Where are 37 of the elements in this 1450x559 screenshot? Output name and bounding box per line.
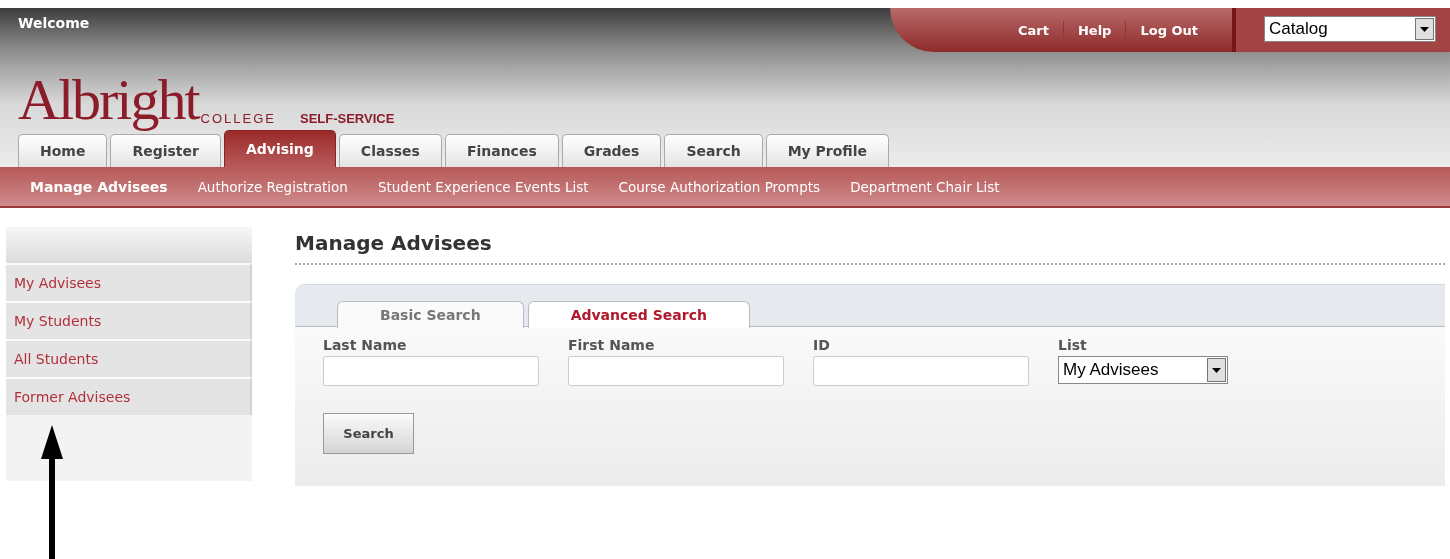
subnav-link[interactable]: Authorize Registration <box>197 178 348 195</box>
search-tab[interactable]: Advanced Search <box>527 301 750 328</box>
subnav-link[interactable]: Department Chair List <box>850 178 1000 195</box>
subnav-link[interactable]: Course Authorization Prompts <box>618 178 821 195</box>
nav-tab[interactable]: Finances <box>444 134 559 167</box>
sidebar-item[interactable]: All Students <box>6 339 252 377</box>
utility-link[interactable]: Cart <box>1004 22 1063 38</box>
catalog-select[interactable]: Catalog <box>1264 16 1436 42</box>
subnav-link[interactable]: Student Experience Events List <box>377 178 589 195</box>
nav-tab[interactable]: My Profile <box>765 134 890 167</box>
page-title: Manage Advisees <box>295 231 1445 265</box>
logo-wordmark: Albright <box>18 70 199 130</box>
field-label: ID <box>813 337 831 353</box>
field-label: Last Name <box>323 337 408 353</box>
search-button[interactable]: Search <box>323 413 414 454</box>
sidebar-item[interactable]: Former Advisees <box>6 377 252 415</box>
nav-tab[interactable]: Home <box>18 134 108 167</box>
logo-tagline: SELF-SERVICE <box>299 111 395 126</box>
input-field[interactable] <box>813 356 1029 386</box>
field-label: First Name <box>568 337 656 353</box>
input-field[interactable] <box>323 356 539 386</box>
subnav-link[interactable]: Manage Advisees <box>30 178 168 195</box>
utility-link[interactable]: Help <box>1063 22 1126 38</box>
nav-tab[interactable]: Search <box>664 134 763 167</box>
sidebar-item[interactable]: My Students <box>6 301 252 339</box>
nav-tab[interactable]: Grades <box>561 134 662 167</box>
list-select[interactable]: My Advisees <box>1058 356 1228 384</box>
utility-link[interactable]: Log Out <box>1126 22 1212 38</box>
search-tab[interactable]: Basic Search <box>337 301 524 328</box>
nav-tab[interactable]: Advising <box>223 130 336 167</box>
field-label: List <box>1058 337 1088 353</box>
nav-tab[interactable]: Classes <box>338 134 442 167</box>
sidebar-item[interactable]: My Advisees <box>6 263 252 301</box>
nav-tab[interactable]: Register <box>110 134 221 167</box>
logo-subtitle: COLLEGE <box>200 111 276 126</box>
welcome-text: Welcome <box>18 15 90 31</box>
input-field[interactable] <box>568 356 784 386</box>
